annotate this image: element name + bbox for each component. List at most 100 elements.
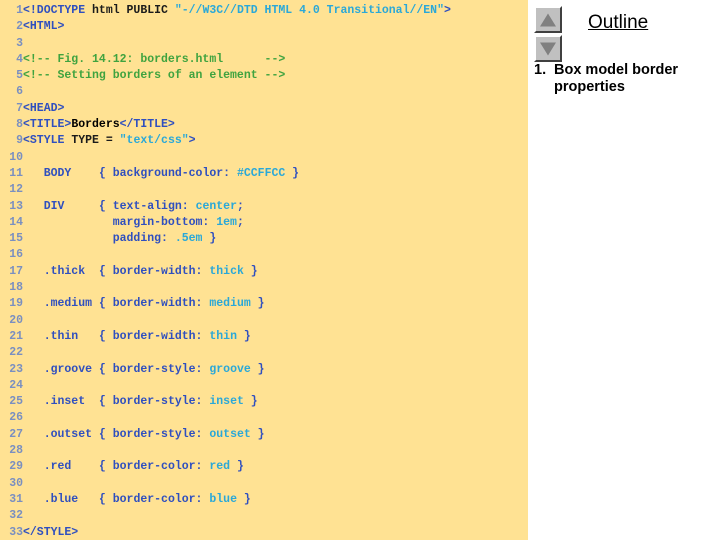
code-line: 11 BODY { background-color: #CCFFCC } bbox=[0, 166, 528, 182]
code-line: 7<HEAD> bbox=[0, 101, 528, 117]
code-token-val: #CCFFCC bbox=[236, 166, 286, 180]
code-line: 13 DIV { text-align: center; bbox=[0, 199, 528, 215]
code-token-cmt: <!-- Setting borders of an element --> bbox=[23, 69, 286, 83]
code-line: 6 bbox=[0, 84, 528, 100]
scroll-down-button[interactable] bbox=[534, 35, 562, 62]
line-number: 31 bbox=[9, 492, 23, 506]
code-token-prop: background-color: bbox=[112, 166, 237, 180]
code-line: 5<!-- Setting borders of an element --> bbox=[0, 68, 528, 84]
outline-item-number: 1. bbox=[534, 62, 547, 78]
code-line: 27 .outset { border-style: outset } bbox=[0, 427, 528, 443]
outline-list: 1. Box model border properties bbox=[534, 62, 720, 100]
line-number: 16 bbox=[9, 248, 23, 262]
code-token-tag: > bbox=[188, 134, 196, 148]
code-line: 26 bbox=[0, 410, 528, 426]
outline-item-label: Box model border properties bbox=[554, 62, 679, 95]
code-token-sel: .thick bbox=[23, 264, 99, 278]
code-token-tag: <HTML> bbox=[23, 20, 65, 34]
code-token-sel: .groove bbox=[23, 362, 99, 376]
code-token-tag: </TITLE> bbox=[119, 118, 175, 132]
code-token-sel: .medium bbox=[23, 297, 99, 311]
code-token-brace: ; bbox=[236, 199, 244, 213]
code-token-brace: { bbox=[98, 297, 113, 311]
code-token-cmt: <!-- Fig. 14.12: borders.html --> bbox=[23, 52, 286, 66]
code-listing-panel: 1<!DOCTYPE html PUBLIC "-//W3C//DTD HTML… bbox=[0, 0, 528, 540]
code-line: 15 padding: .5em } bbox=[0, 231, 528, 247]
code-token-brace: { bbox=[98, 264, 113, 278]
line-number: 8 bbox=[16, 118, 23, 132]
code-token-val: groove bbox=[209, 362, 251, 376]
code-line: 14 margin-bottom: 1em; bbox=[0, 215, 528, 231]
code-token-brace: } bbox=[285, 166, 300, 180]
line-number: 29 bbox=[9, 460, 23, 474]
code-token-val: blue bbox=[209, 492, 237, 506]
code-token-attr: TYPE bbox=[71, 134, 99, 148]
code-token-prop: padding: bbox=[112, 232, 175, 246]
code-line: 22 bbox=[0, 345, 528, 361]
code-token-tag: </STYLE> bbox=[23, 525, 79, 539]
slide-canvas: 1<!DOCTYPE html PUBLIC "-//W3C//DTD HTML… bbox=[0, 0, 720, 540]
code-token-brace: { bbox=[98, 166, 113, 180]
outline-title: Outline bbox=[588, 12, 649, 33]
scroll-up-button[interactable] bbox=[534, 6, 562, 33]
code-line: 18 bbox=[0, 280, 528, 296]
code-line: 29 .red { border-color: red } bbox=[0, 459, 528, 475]
line-number: 28 bbox=[9, 444, 23, 458]
code-line: 30 bbox=[0, 476, 528, 492]
code-line: 4<!-- Fig. 14.12: borders.html --> bbox=[0, 52, 528, 68]
line-number: 23 bbox=[9, 362, 23, 376]
code-token-brace: } bbox=[250, 362, 265, 376]
code-token-prop: border-width: bbox=[112, 264, 210, 278]
code-token-val: 1em bbox=[216, 215, 237, 229]
triangle-down-icon bbox=[540, 42, 556, 55]
code-token-prop: border-style: bbox=[112, 362, 210, 376]
code-token-brace: } bbox=[243, 264, 258, 278]
code-token-sel bbox=[23, 232, 113, 245]
code-line: 12 bbox=[0, 182, 528, 198]
navigation-buttons bbox=[534, 6, 564, 64]
line-number: 32 bbox=[9, 509, 23, 523]
code-token-brace: } bbox=[230, 460, 244, 474]
code-token-sel: BODY bbox=[23, 166, 99, 180]
line-number: 10 bbox=[9, 150, 23, 164]
code-token-sel: DIV bbox=[23, 199, 99, 213]
code-token-tag: <HEAD> bbox=[23, 101, 65, 115]
code-token-val: center bbox=[195, 199, 237, 213]
outline-list-item[interactable]: 1. Box model border properties bbox=[534, 62, 720, 96]
code-line: 1<!DOCTYPE html PUBLIC "-//W3C//DTD HTML… bbox=[0, 3, 528, 19]
code-token-prop: border-style: bbox=[112, 395, 210, 409]
line-number: 13 bbox=[9, 199, 23, 213]
code-line: 19 .medium { border-width: medium } bbox=[0, 296, 528, 312]
code-token-brace: { bbox=[98, 362, 113, 376]
code-token-brace: { bbox=[98, 395, 113, 409]
line-number: 14 bbox=[9, 215, 23, 229]
code-token-val: outset bbox=[209, 427, 251, 441]
code-token-prop: margin-bottom: bbox=[112, 215, 217, 229]
code-token-prop: text-align: bbox=[112, 199, 196, 213]
line-number: 26 bbox=[9, 411, 23, 425]
code-token-brace: { bbox=[98, 427, 113, 441]
code-token-val: thin bbox=[209, 329, 237, 343]
code-token-attr: = bbox=[98, 134, 120, 148]
code-line: 21 .thin { border-width: thin } bbox=[0, 329, 528, 345]
code-token-brace: { bbox=[98, 199, 113, 213]
line-number: 24 bbox=[9, 378, 23, 392]
line-number: 22 bbox=[9, 346, 23, 360]
line-number: 33 bbox=[9, 525, 23, 539]
code-token-prop: border-color: bbox=[112, 492, 210, 506]
line-number: 4 bbox=[16, 52, 23, 66]
code-token-tag: <STYLE bbox=[23, 134, 72, 148]
code-token-sel: .red bbox=[23, 460, 99, 474]
code-token-tag: <TITLE> bbox=[23, 118, 72, 132]
line-number: 17 bbox=[9, 264, 23, 278]
line-number: 21 bbox=[9, 329, 23, 343]
code-token-prop: border-style: bbox=[112, 427, 210, 441]
line-number: 15 bbox=[9, 232, 23, 246]
code-lines-container: 1<!DOCTYPE html PUBLIC "-//W3C//DTD HTML… bbox=[0, 3, 528, 540]
line-number: 27 bbox=[9, 427, 23, 441]
code-token-val: red bbox=[209, 460, 231, 474]
code-token-str: "text/css" bbox=[119, 134, 189, 148]
code-token-val: inset bbox=[209, 395, 244, 409]
line-number: 5 bbox=[16, 69, 23, 83]
code-token-brace: } bbox=[243, 395, 258, 409]
